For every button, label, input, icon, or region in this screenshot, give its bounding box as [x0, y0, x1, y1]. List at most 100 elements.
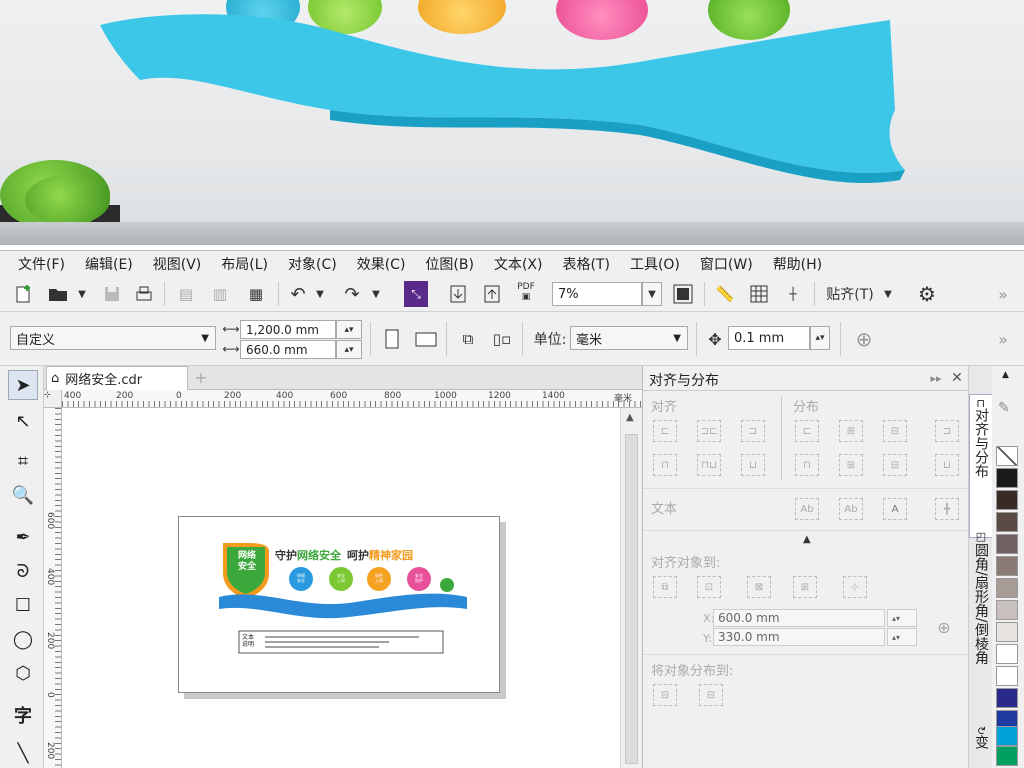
overflow-chevron-icon[interactable]: » [990, 326, 1016, 352]
chevron-down-icon[interactable]: ▼ [312, 281, 328, 307]
nudge-distance-input[interactable]: 0.1 mm [728, 326, 810, 350]
distribute-selection-icon[interactable]: ⊟ [653, 684, 677, 706]
tab-transform[interactable]: ↻ 变 [969, 722, 993, 766]
zoom-tool-icon[interactable]: 🔍 [8, 480, 38, 510]
active-objects-icon[interactable]: ⧉ [653, 576, 677, 598]
units-select[interactable]: 毫米 ▼ [570, 326, 688, 350]
x-spin-button[interactable]: ▴▾ [887, 609, 917, 627]
align-right-icon[interactable]: ⊐ [741, 420, 765, 442]
current-page-icon[interactable]: ▯▫ [488, 326, 516, 352]
color-swatch[interactable] [996, 490, 1018, 510]
redo-icon[interactable]: ↷ [340, 281, 364, 307]
paste-icon[interactable]: ▦ [244, 281, 268, 307]
tab-align-distribute[interactable]: ⊏ 对齐与分布 [969, 394, 993, 538]
color-swatch[interactable] [996, 468, 1018, 488]
color-swatch[interactable] [996, 556, 1018, 576]
page-size-select[interactable]: 自定义 ▼ [10, 326, 216, 350]
all-pages-icon[interactable]: ⧉ [454, 326, 482, 352]
color-swatch[interactable] [996, 746, 1018, 766]
color-swatch[interactable] [996, 726, 1018, 746]
menu-window[interactable]: 窗口(W) [700, 254, 753, 274]
page-center-icon[interactable]: ⊠ [747, 576, 771, 598]
eyedropper-icon[interactable]: ✎ [998, 400, 1010, 416]
gear-icon[interactable]: ⚙ [914, 281, 940, 307]
new-tab-icon[interactable]: + [190, 366, 212, 388]
align-left-icon[interactable]: ⊏ [653, 420, 677, 442]
tab-corners[interactable]: ◰ 圆角/扇形角/倒棱角 [969, 526, 993, 706]
zoom-dropdown-button[interactable]: ▼ [642, 282, 662, 306]
portrait-icon[interactable] [380, 326, 404, 352]
color-swatch[interactable] [996, 600, 1018, 620]
distribute-spacing-h-icon[interactable]: ⊟ [883, 420, 907, 442]
menu-file[interactable]: 文件(F) [18, 254, 65, 274]
overflow-chevron-icon[interactable]: » [990, 281, 1016, 307]
vertical-ruler[interactable]: 600 400 200 0 200 [44, 408, 62, 768]
copy-icon[interactable]: ▥ [208, 281, 232, 307]
distribute-right-icon[interactable]: ⊐ [935, 420, 959, 442]
distribute-page-icon[interactable]: ⊟ [699, 684, 723, 706]
scroll-thumb[interactable] [625, 434, 638, 764]
line-tool-icon[interactable]: ╲ [8, 738, 38, 768]
color-swatch[interactable] [996, 644, 1018, 664]
document-tab[interactable]: ⌂ 网络安全.cdr [46, 366, 188, 390]
color-swatch[interactable] [996, 622, 1018, 642]
text-last-line-icon[interactable]: Ab [839, 498, 863, 520]
color-swatch[interactable] [996, 688, 1018, 708]
scroll-up-icon[interactable]: ▲ [626, 412, 634, 423]
align-center-h-icon[interactable]: ⊐⊏ [697, 420, 721, 442]
menu-bitmaps[interactable]: 位图(B) [425, 254, 474, 274]
text-tool-icon[interactable]: 字 [8, 700, 38, 730]
distribute-top-icon[interactable]: ⊓ [795, 454, 819, 476]
docker-expand-icon[interactable]: ▸▸ [927, 368, 945, 388]
y-spin-button[interactable]: ▴▾ [887, 628, 917, 646]
zoom-level-input[interactable]: 7% [552, 282, 642, 306]
menu-object[interactable]: 对象(C) [288, 254, 337, 274]
menu-help[interactable]: 帮助(H) [773, 254, 822, 274]
rulers-icon[interactable]: 📏 [712, 281, 738, 307]
x-coordinate-input[interactable]: 600.0 mm [713, 609, 885, 627]
chevron-down-icon[interactable]: ▼ [74, 281, 90, 307]
chevron-down-icon[interactable]: ▼ [880, 281, 896, 307]
page-width-input[interactable]: 1,200.0 mm [240, 320, 336, 339]
text-first-line-icon[interactable]: Ab [795, 498, 819, 520]
pen-tool-icon[interactable]: ✒ [8, 522, 38, 552]
rectangle-tool-icon[interactable]: ☐ [8, 590, 38, 620]
chevron-down-icon[interactable]: ▼ [368, 281, 384, 307]
menu-tools[interactable]: 工具(O) [630, 254, 680, 274]
publish-pdf-button[interactable]: PDF ▣ [512, 279, 540, 305]
no-color-swatch[interactable] [996, 446, 1018, 466]
grid-align-icon[interactable]: ⊞ [793, 576, 817, 598]
target-point-icon[interactable]: ⊕ [933, 616, 955, 638]
document-page[interactable]: 网络 安全 守护网络安全 呵护精神家园 网络 安全 安全 上网 绿色 上网 安全 … [178, 516, 500, 693]
align-center-v-icon[interactable]: ⊓⊔ [697, 454, 721, 476]
undo-icon[interactable]: ↶ [286, 281, 310, 307]
cut-icon[interactable]: ▤ [174, 281, 198, 307]
y-coordinate-input[interactable]: 330.0 mm [713, 628, 885, 646]
new-document-icon[interactable] [12, 281, 36, 307]
import-icon[interactable] [446, 281, 470, 307]
color-swatch[interactable] [996, 512, 1018, 532]
pick-tool-icon[interactable]: ➤ [8, 370, 38, 400]
print-icon[interactable] [132, 281, 156, 307]
menu-text[interactable]: 文本(X) [494, 254, 543, 274]
palette-scroll-up-icon[interactable]: ▲ [1002, 370, 1009, 380]
snap-to-button[interactable]: 贴齐(T) [822, 281, 878, 307]
add-icon[interactable]: ⊕ [850, 326, 878, 352]
section-collapse-icon[interactable]: ▲ [803, 534, 811, 545]
page-edge-icon[interactable]: ⊡ [697, 576, 721, 598]
color-swatch[interactable] [996, 666, 1018, 686]
corel-connect-icon[interactable]: ⤡ [404, 281, 428, 307]
align-top-icon[interactable]: ⊓ [653, 454, 677, 476]
align-bottom-icon[interactable]: ⊔ [741, 454, 765, 476]
export-icon[interactable] [480, 281, 504, 307]
menu-edit[interactable]: 编辑(E) [85, 254, 133, 274]
guidelines-icon[interactable]: ┼ [780, 281, 806, 307]
menu-layout[interactable]: 布局(L) [221, 254, 268, 274]
landscape-icon[interactable] [412, 326, 440, 352]
text-outline-icon[interactable]: ╋ [935, 498, 959, 520]
nudge-spin-button[interactable]: ▴▾ [810, 326, 830, 350]
ellipse-tool-icon[interactable]: ◯ [8, 624, 38, 654]
height-spin-button[interactable]: ▴▾ [336, 340, 362, 359]
vertical-scrollbar[interactable]: ▲ [620, 408, 642, 768]
distribute-left-icon[interactable]: ⊏ [795, 420, 819, 442]
